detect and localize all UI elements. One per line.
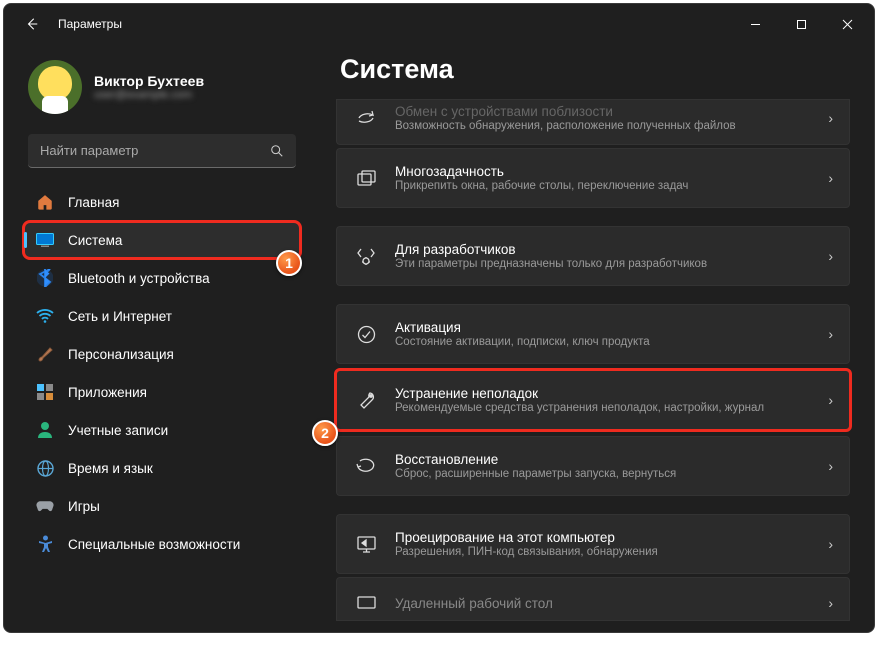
project-icon — [355, 536, 377, 553]
chevron-right-icon: › — [828, 458, 833, 474]
row-sub: Разрешения, ПИН-код связывания, обнаруже… — [395, 546, 810, 558]
row-title: Для разработчиков — [395, 242, 810, 257]
setting-row-activation[interactable]: АктивацияСостояние активации, подписки, … — [336, 304, 850, 364]
bluetooth-icon — [36, 269, 54, 287]
minimize-button[interactable] — [732, 8, 778, 40]
minimize-icon — [750, 19, 761, 30]
close-button[interactable] — [824, 8, 870, 40]
row-sub: Сброс, расширенные параметры запуска, ве… — [395, 468, 810, 480]
settings-list: Обмен с устройствами поблизостиВозможнос… — [336, 99, 850, 621]
user-name: Виктор Бухтеев — [94, 73, 204, 89]
content-area: Виктор Бухтеев user@example.com Главная — [4, 44, 874, 632]
setting-row-project[interactable]: Проецирование на этот компьютерРазрешени… — [336, 514, 850, 574]
apps-icon — [36, 383, 54, 401]
row-title: Обмен с устройствами поблизости — [395, 104, 810, 119]
user-block[interactable]: Виктор Бухтеев user@example.com — [24, 56, 300, 128]
wrench-icon — [355, 391, 377, 410]
globe-icon — [36, 459, 54, 477]
window-controls — [732, 8, 870, 40]
row-title: Восстановление — [395, 452, 810, 467]
chevron-right-icon: › — [828, 110, 833, 126]
row-title: Активация — [395, 320, 810, 335]
setting-row-developers[interactable]: Для разработчиковЭти параметры предназна… — [336, 226, 850, 286]
system-icon — [36, 231, 54, 249]
row-sub: Рекомендуемые средства устранения непола… — [395, 402, 810, 414]
nav-label: Приложения — [68, 385, 147, 400]
nav-label: Сеть и Интернет — [68, 309, 172, 324]
sidebar-item-time[interactable]: Время и язык — [24, 450, 300, 486]
nav-label: Специальные возможности — [68, 537, 240, 552]
titlebar: Параметры — [4, 4, 874, 44]
page-title: Система — [340, 54, 850, 85]
chevron-right-icon: › — [828, 595, 833, 611]
multitask-icon — [355, 170, 377, 187]
sidebar-item-personalization[interactable]: Персонализация — [24, 336, 300, 372]
maximize-icon — [796, 19, 807, 30]
accessibility-icon — [36, 535, 54, 553]
setting-row-recovery[interactable]: ВосстановлениеСброс, расширенные парамет… — [336, 436, 850, 496]
step-badge-2: 2 — [312, 420, 338, 446]
maximize-button[interactable] — [778, 8, 824, 40]
sidebar-item-bluetooth[interactable]: Bluetooth и устройства — [24, 260, 300, 296]
activation-icon — [355, 325, 377, 344]
user-email: user@example.com — [94, 89, 204, 101]
nav-label: Игры — [68, 499, 100, 514]
setting-row-multitask[interactable]: МногозадачностьПрикрепить окна, рабочие … — [336, 148, 850, 208]
arrow-left-icon — [25, 17, 39, 31]
row-title: Устранение неполадок — [395, 386, 810, 401]
setting-row-share[interactable]: Обмен с устройствами поблизостиВозможнос… — [336, 99, 850, 145]
wifi-icon — [36, 307, 54, 325]
row-sub: Состояние активации, подписки, ключ прод… — [395, 336, 810, 348]
settings-window: Параметры Виктор Бухтеев user@example.co… — [3, 3, 875, 633]
search-icon — [270, 144, 284, 158]
row-sub: Прикрепить окна, рабочие столы, переключ… — [395, 180, 810, 192]
nav-label: Учетные записи — [68, 423, 168, 438]
row-title: Проецирование на этот компьютер — [395, 530, 810, 545]
chevron-right-icon: › — [828, 392, 833, 408]
sidebar-item-accessibility[interactable]: Специальные возможности — [24, 526, 300, 562]
chevron-right-icon: › — [828, 170, 833, 186]
nav-label: Время и язык — [68, 461, 153, 476]
search-input[interactable] — [40, 143, 270, 158]
step-badge-1: 1 — [276, 250, 302, 276]
sidebar-item-accounts[interactable]: Учетные записи — [24, 412, 300, 448]
home-icon — [36, 193, 54, 211]
search-box[interactable] — [28, 134, 296, 168]
sidebar: Виктор Бухтеев user@example.com Главная — [4, 44, 312, 632]
chevron-right-icon: › — [828, 536, 833, 552]
back-button[interactable] — [16, 8, 48, 40]
row-sub: Эти параметры предназначены только для р… — [395, 258, 810, 270]
remote-icon — [355, 596, 377, 611]
row-sub: Возможность обнаружения, расположение по… — [395, 120, 810, 132]
setting-row-remote[interactable]: Удаленный рабочий стол › — [336, 577, 850, 621]
close-icon — [842, 19, 853, 30]
chevron-right-icon: › — [828, 326, 833, 342]
row-title: Удаленный рабочий стол — [395, 596, 810, 611]
nav-label: Система — [68, 233, 122, 248]
nav-label: Персонализация — [68, 347, 174, 362]
avatar — [28, 60, 82, 114]
sidebar-item-games[interactable]: Игры — [24, 488, 300, 524]
sidebar-item-apps[interactable]: Приложения — [24, 374, 300, 410]
gamepad-icon — [36, 497, 54, 515]
recovery-icon — [355, 457, 377, 475]
sidebar-item-network[interactable]: Сеть и Интернет — [24, 298, 300, 334]
nav-label: Главная — [68, 195, 119, 210]
nav-list: Главная Система 1 Bluetooth и устройства… — [24, 184, 300, 562]
account-icon — [36, 421, 54, 439]
main-panel: Система Обмен с устройствами поблизостиВ… — [312, 44, 874, 632]
share-icon — [355, 109, 377, 127]
chevron-right-icon: › — [828, 248, 833, 264]
developer-icon — [355, 246, 377, 266]
setting-row-troubleshoot[interactable]: Устранение неполадокРекомендуемые средст… — [336, 370, 850, 430]
brush-icon — [36, 345, 54, 363]
sidebar-item-home[interactable]: Главная — [24, 184, 300, 220]
window-title: Параметры — [58, 17, 122, 31]
row-title: Многозадачность — [395, 164, 810, 179]
sidebar-item-system[interactable]: Система — [24, 222, 300, 258]
nav-label: Bluetooth и устройства — [68, 271, 210, 286]
